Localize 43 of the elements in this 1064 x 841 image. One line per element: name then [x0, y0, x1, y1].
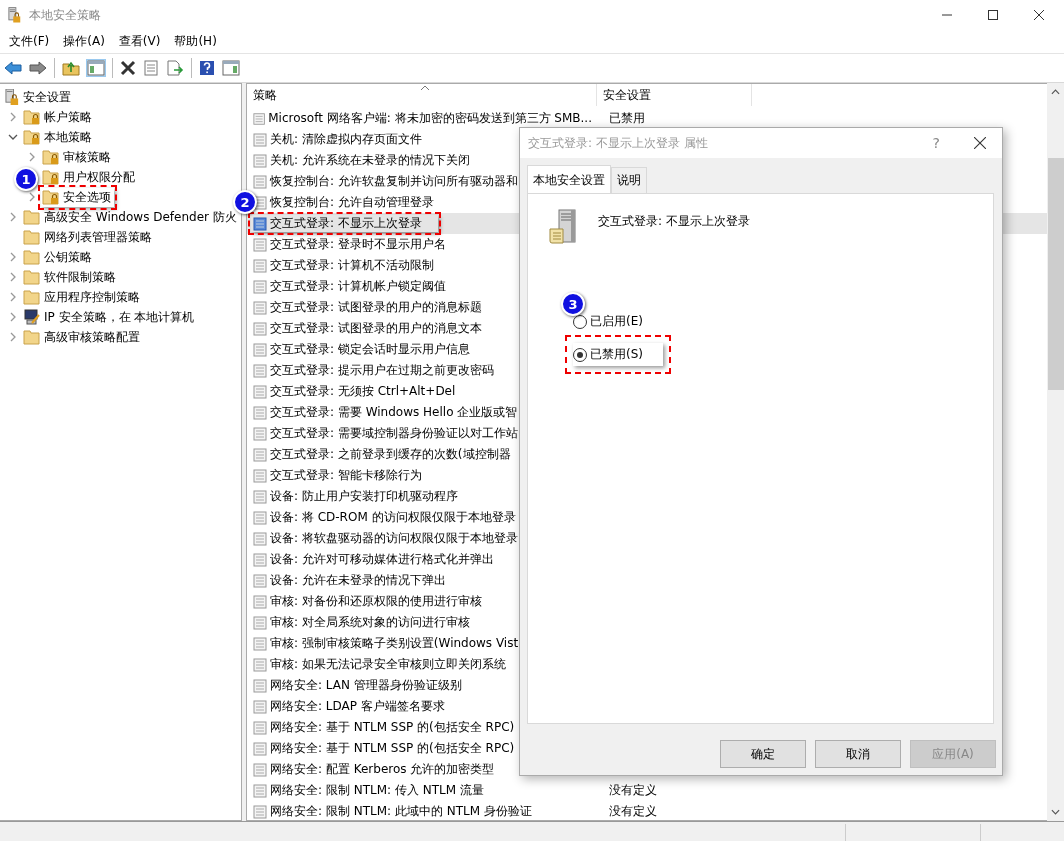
table-cell: 交互式登录: 试图登录的用户的消息标题 — [270, 299, 482, 316]
table-cell: 交互式登录: 计算机帐户锁定阈值 — [270, 278, 446, 295]
table-cell: 设备: 允许对可移动媒体进行格式化并弹出 — [270, 551, 494, 568]
table-cell: 恢复控制台: 允许自动管理登录 — [270, 194, 434, 211]
table-cell: Microsoft 网络客户端: 将未加密的密码发送到第三方 SMB... — [268, 110, 592, 127]
step-badge: 3 — [561, 292, 585, 316]
table-cell: 网络安全: 基于 NTLM SSP 的(包括安全 RPC) — [270, 740, 515, 757]
table-cell: 网络安全: LDAP 客户端签名要求 — [270, 698, 445, 715]
table-cell: 交互式登录: 不显示上次登录 — [270, 215, 422, 232]
table-cell: 设备: 允许在未登录的情况下弹出 — [270, 572, 446, 589]
table-cell-text: 没有定义 — [608, 782, 657, 799]
table-cell: 审核: 强制审核策略子类别设置(Windows Vist — [270, 635, 519, 652]
table-cell: 交互式登录: 计算机不活动限制 — [270, 257, 434, 274]
table-cell: 交互式登录: 需要 Windows Hello 企业版或智 — [270, 404, 518, 421]
table-cell: 设备: 将 CD-ROM 的访问权限仅限于本地登录 — [270, 509, 516, 526]
table-cell: 关机: 允许系统在未登录的情况下关闭 — [270, 152, 470, 169]
table-cell: 网络安全: 限制 NTLM: 传入 NTLM 流量 — [270, 782, 484, 799]
table-cell: 交互式登录: 试图登录的用户的消息文本 — [270, 320, 482, 337]
table-cell: 网络安全: LAN 管理器身份验证级别 — [270, 677, 462, 694]
table-cell: 交互式登录: 锁定会话时显示用户信息 — [270, 341, 470, 358]
dialog-title: 交互式登录: 不显示上次登录 属性 — [528, 134, 708, 152]
table-cell: 网络安全: 限制 NTLM: 此域中的 NTLM 身份验证 — [270, 803, 532, 820]
table-cell: 恢复控制台: 允许软盘复制并访问所有驱动器和 — [270, 173, 518, 190]
table-cell: 网络安全: 基于 NTLM SSP 的(包括安全 RPC) — [270, 719, 515, 736]
table-cell: 交互式登录: 之前登录到缓存的次数(域控制器 — [270, 446, 511, 463]
window-title: 本地安全策略 — [29, 6, 101, 24]
table-cell: 设备: 防止用户安装打印机驱动程序 — [270, 488, 458, 505]
table-cell-text: 没有定义 — [608, 803, 657, 820]
table-cell: 审核: 对全局系统对象的访问进行审核 — [270, 614, 470, 631]
table-cell: 交互式登录: 无须按 Ctrl+Alt+Del — [270, 383, 456, 400]
table-cell: 网络安全: 配置 Kerberos 允许的加密类型 — [270, 761, 495, 778]
table-cell-text: 已禁用 — [608, 110, 645, 127]
table-cell: 交互式登录: 登录时不显示用户名 — [270, 236, 446, 253]
table-cell: 关机: 清除虚拟内存页面文件 — [270, 131, 422, 148]
step-badge: 2 — [233, 190, 257, 214]
table-cell: 审核: 对备份和还原权限的使用进行审核 — [270, 593, 482, 610]
policy-name: 交互式登录: 不显示上次登录 — [598, 213, 750, 230]
step-badge: 1 — [14, 167, 38, 191]
table-cell: 设备: 将软盘驱动器的访问权限仅限于本地登录 — [270, 530, 518, 547]
table-cell: 交互式登录: 提示用户在过期之前更改密码 — [270, 362, 494, 379]
table-cell: 审核: 如果无法记录安全审核则立即关闭系统 — [270, 656, 506, 673]
table-cell: 交互式登录: 智能卡移除行为 — [270, 467, 422, 484]
table-cell: 交互式登录: 需要域控制器身份验证以对工作站 — [270, 425, 518, 442]
